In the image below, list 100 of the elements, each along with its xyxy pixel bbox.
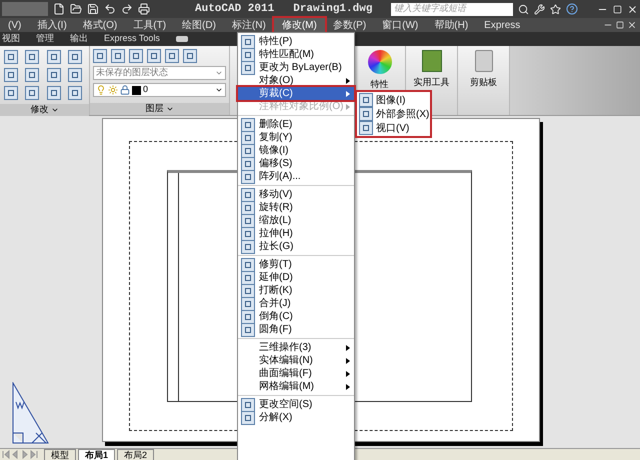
- undo-icon[interactable]: [104, 3, 116, 15]
- tool-icon[interactable]: [25, 68, 40, 82]
- printer-icon[interactable]: [138, 3, 150, 15]
- redo-icon[interactable]: [121, 3, 133, 15]
- command-icon[interactable]: [241, 258, 255, 272]
- search-icon[interactable]: [518, 4, 529, 14]
- command-icon[interactable]: [241, 130, 255, 144]
- menu-title[interactable]: (V): [0, 18, 30, 32]
- layout-tab[interactable]: 模型: [44, 449, 76, 460]
- command-icon[interactable]: [241, 398, 255, 412]
- menu-item[interactable]: 三维操作(3): [238, 341, 354, 354]
- ribbon-tab[interactable]: 管理: [36, 32, 54, 46]
- ribbon-tab[interactable]: 视图: [2, 32, 20, 46]
- folder-icon[interactable]: [70, 3, 82, 15]
- menu-title[interactable]: 工具(T): [125, 18, 174, 32]
- menu-item[interactable]: 曲面编辑(F): [238, 367, 354, 380]
- tool-icon[interactable]: [111, 49, 125, 63]
- menu-title[interactable]: 标注(N): [224, 18, 274, 32]
- wrench-icon[interactable]: [534, 4, 545, 14]
- menu-item[interactable]: 拉长(G): [238, 240, 354, 253]
- command-icon[interactable]: [241, 188, 255, 202]
- menu-item[interactable]: 移动(V): [238, 188, 354, 201]
- help-icon[interactable]: [566, 3, 578, 15]
- tool-icon[interactable]: [4, 68, 18, 82]
- menu-item[interactable]: 倒角(C): [238, 310, 354, 323]
- layout-tab[interactable]: 布局2: [117, 449, 154, 460]
- command-icon[interactable]: [359, 121, 373, 135]
- command-icon[interactable]: [241, 60, 255, 74]
- command-icon[interactable]: [241, 170, 255, 184]
- star-icon[interactable]: [550, 4, 561, 14]
- command-icon[interactable]: [241, 118, 255, 132]
- layer-state-dropdown[interactable]: 未保存的图层状态: [93, 66, 226, 80]
- command-icon[interactable]: [241, 410, 255, 424]
- panel-label[interactable]: 图层: [90, 103, 229, 115]
- menu-item[interactable]: 镜像(I): [238, 144, 354, 157]
- tool-icon[interactable]: [68, 68, 82, 82]
- tool-icon[interactable]: [68, 86, 82, 100]
- command-icon[interactable]: [241, 310, 255, 324]
- close-icon[interactable]: [627, 20, 637, 30]
- tool-icon[interactable]: [68, 50, 82, 64]
- layout-tab[interactable]: 布局1: [78, 449, 116, 460]
- tool-icon[interactable]: [129, 49, 143, 63]
- tool-icon[interactable]: [46, 68, 60, 82]
- menu-title[interactable]: Express: [476, 18, 528, 32]
- command-icon[interactable]: [241, 144, 255, 158]
- menu-title[interactable]: 修改(M): [274, 18, 325, 32]
- menu-title[interactable]: 格式(O): [74, 18, 126, 32]
- command-icon[interactable]: [241, 270, 255, 284]
- tool-icon[interactable]: [4, 50, 18, 64]
- tool-icon[interactable]: [4, 86, 18, 100]
- menu-item[interactable]: 特性匹配(M): [238, 48, 354, 61]
- ribbon-tab[interactable]: Express Tools: [104, 32, 160, 46]
- command-icon[interactable]: [241, 200, 255, 214]
- tool-icon[interactable]: [25, 86, 40, 100]
- command-icon[interactable]: [241, 240, 255, 254]
- command-icon[interactable]: [359, 93, 373, 107]
- command-icon[interactable]: [241, 34, 255, 48]
- command-icon[interactable]: [241, 214, 255, 228]
- menu-item[interactable]: 缩放(L): [238, 214, 354, 227]
- menu-item[interactable]: 打断(K): [238, 284, 354, 297]
- command-icon[interactable]: [241, 226, 255, 240]
- tool-icon[interactable]: [46, 50, 60, 64]
- tool-icon[interactable]: [25, 50, 40, 64]
- menu-item[interactable]: 圆角(F): [238, 323, 354, 336]
- menu-item[interactable]: 更改为 ByLayer(B): [238, 61, 354, 74]
- menu-item[interactable]: 旋转(R): [238, 201, 354, 214]
- new-file-icon[interactable]: [53, 3, 65, 15]
- tool-icon[interactable]: [93, 49, 107, 63]
- command-icon[interactable]: [359, 107, 373, 121]
- toggle-icon[interactable]: [176, 36, 188, 42]
- menu-item[interactable]: 视口(V): [357, 121, 430, 135]
- menu-item[interactable]: 修剪(T): [238, 258, 354, 271]
- menu-item[interactable]: 偏移(S): [238, 157, 354, 170]
- search-field[interactable]: 键入关键字或短语: [391, 2, 513, 16]
- menu-item[interactable]: 更改空间(S): [238, 398, 354, 411]
- command-icon[interactable]: [241, 296, 255, 310]
- menu-item[interactable]: 删除(E): [238, 118, 354, 131]
- tool-icon[interactable]: [147, 49, 161, 63]
- command-icon[interactable]: [241, 156, 255, 170]
- maximize-icon[interactable]: [613, 4, 622, 14]
- menu-item[interactable]: 复制(Y): [238, 131, 354, 144]
- panel-label[interactable]: 修改: [0, 104, 89, 116]
- menu-item[interactable]: 网格编辑(M): [238, 380, 354, 393]
- menu-item[interactable]: 实体编辑(N): [238, 354, 354, 367]
- layer-dropdown[interactable]: 0: [93, 83, 226, 97]
- tool-icon[interactable]: [183, 49, 197, 63]
- save-icon[interactable]: [87, 3, 99, 15]
- menu-item[interactable]: 阵列(A)...: [238, 170, 354, 183]
- command-icon[interactable]: [241, 284, 255, 298]
- menu-item[interactable]: 特性(P): [238, 35, 354, 48]
- tool-icon[interactable]: [46, 86, 60, 100]
- menu-title[interactable]: 帮助(H): [426, 18, 476, 32]
- ribbon-tab[interactable]: 输出: [70, 32, 88, 46]
- menu-item[interactable]: 对象(O): [238, 74, 354, 87]
- menu-item[interactable]: 合并(J): [238, 297, 354, 310]
- menu-item[interactable]: 拉伸(H): [238, 227, 354, 240]
- tool-icon[interactable]: [165, 49, 179, 63]
- command-icon[interactable]: [241, 48, 255, 62]
- menu-title[interactable]: 参数(P): [324, 18, 374, 32]
- restore-icon[interactable]: [616, 21, 624, 29]
